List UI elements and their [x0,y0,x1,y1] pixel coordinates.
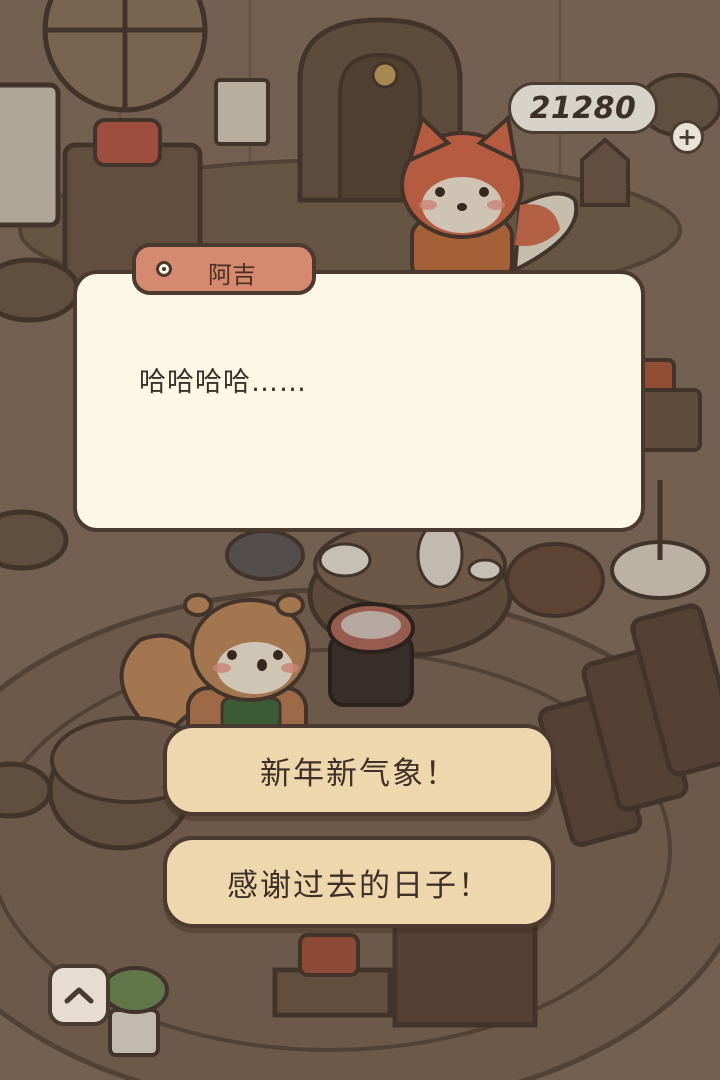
dialog-box[interactable]: 哈哈哈哈…… [73,270,645,532]
dialog-text: 哈哈哈哈…… [139,367,307,398]
choice-button-new-year[interactable]: 新年新气象！ [163,724,555,816]
currency-value: 21280 [529,90,637,126]
plus-icon: + [676,123,698,151]
choice-label: 新年新气象！ [260,755,458,792]
chevron-up-icon [64,987,94,1004]
name-tag-dot-icon [156,261,172,277]
choice-button-thanks[interactable]: 感谢过去的日子！ [163,836,555,928]
speaker-name-tag: 阿吉 [132,243,316,295]
add-currency-button[interactable]: + [670,120,704,154]
choice-label: 感谢过去的日子！ [227,867,491,904]
speaker-name: 阿吉 [208,261,256,289]
currency-counter: 21280 [508,82,658,134]
collapse-button[interactable] [48,964,110,1026]
